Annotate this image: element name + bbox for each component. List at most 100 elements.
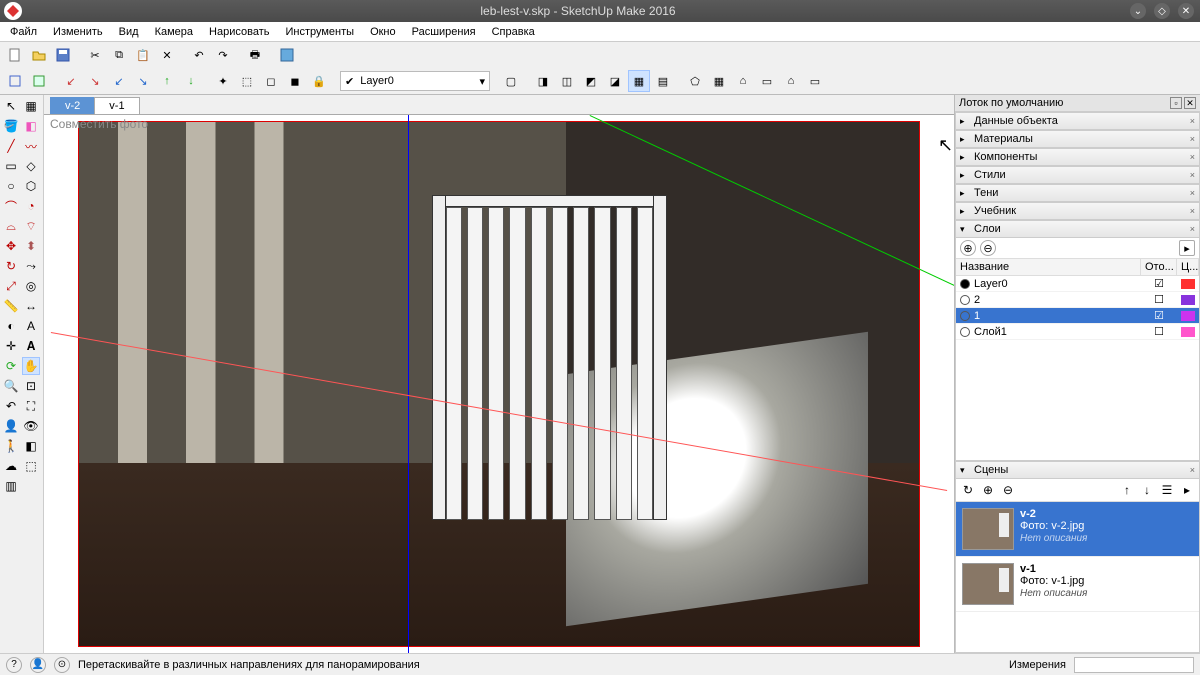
unhide-icon[interactable]: ◼	[284, 70, 306, 92]
layer-visible-checkbox[interactable]: ☑	[1141, 277, 1177, 290]
hide-icon[interactable]: ◻	[260, 70, 282, 92]
axes-tool-icon[interactable]: ✛	[2, 337, 20, 355]
layer-row[interactable]: 1 ☑	[956, 308, 1199, 324]
layer-row[interactable]: Layer0 ☑	[956, 276, 1199, 292]
scale-tool-icon[interactable]: ⤢	[2, 277, 20, 295]
flip-down-icon[interactable]: ↓	[180, 70, 202, 92]
open-file-icon[interactable]	[28, 44, 50, 66]
layer-current-radio[interactable]	[960, 279, 970, 289]
layer-current-radio[interactable]	[960, 311, 970, 321]
style-shaded-icon[interactable]: ▢	[500, 70, 522, 92]
menu-file[interactable]: Файл	[4, 24, 43, 40]
scene-item[interactable]: v-2 Фото: v-2.jpg Нет описания	[956, 502, 1199, 557]
layer-color-swatch[interactable]	[1181, 295, 1195, 305]
camera-right-icon[interactable]: ▭	[756, 70, 778, 92]
camera-left-icon[interactable]: ▭	[804, 70, 826, 92]
look-around-icon[interactable]: 👁	[22, 417, 40, 435]
eraser-tool-icon[interactable]: ◧	[22, 117, 40, 135]
scene-view-button[interactable]: ☰	[1159, 482, 1175, 498]
explode-icon[interactable]: ✦	[212, 70, 234, 92]
save-icon[interactable]	[52, 44, 74, 66]
make-group-icon[interactable]	[28, 70, 50, 92]
3dtext-tool-icon[interactable]: 𝐀	[22, 337, 40, 355]
layer-current-radio[interactable]	[960, 295, 970, 305]
layer-visible-checkbox[interactable]: ☐	[1141, 325, 1177, 338]
arc-tool-icon[interactable]: ⌒	[2, 197, 20, 215]
2pt-arc-tool-icon[interactable]: ⌓	[2, 217, 20, 235]
lock-icon[interactable]: 🔒	[308, 70, 330, 92]
menu-help[interactable]: Справка	[486, 24, 541, 40]
panel-shadows[interactable]: ▸Тени×	[955, 184, 1200, 202]
camera-iso-icon[interactable]: ⬠	[684, 70, 706, 92]
credits-icon[interactable]: ⊙	[54, 657, 70, 673]
camera-back-icon[interactable]: ⌂	[780, 70, 802, 92]
menu-camera[interactable]: Камера	[149, 24, 199, 40]
layer-menu-button[interactable]: ▸	[1179, 240, 1195, 256]
view-mono-icon[interactable]: ▤	[652, 70, 674, 92]
layer-row[interactable]: Слой1 ☐	[956, 324, 1199, 340]
undo-icon[interactable]: ↶	[188, 44, 210, 66]
flip-back-icon[interactable]: ↘	[132, 70, 154, 92]
intersect-icon[interactable]: ⬚	[236, 70, 258, 92]
flip-right-icon[interactable]: ↘	[84, 70, 106, 92]
flip-left-icon[interactable]: ↙	[60, 70, 82, 92]
rotated-rect-tool-icon[interactable]: ◇	[22, 157, 40, 175]
followme-tool-icon[interactable]: ⤳	[22, 257, 40, 275]
text-tool-icon[interactable]: A	[22, 317, 40, 335]
new-file-icon[interactable]	[4, 44, 26, 66]
move-tool-icon[interactable]: ✥	[2, 237, 20, 255]
menu-view[interactable]: Вид	[113, 24, 145, 40]
layout-icon[interactable]: ▥	[2, 477, 20, 495]
layer-row[interactable]: 2 ☐	[956, 292, 1199, 308]
viewport[interactable]: Совместить фото ↖	[44, 115, 954, 653]
redo-icon[interactable]: ↷	[212, 44, 234, 66]
warehouse-icon[interactable]: ☁	[2, 457, 20, 475]
zoom-extents-icon[interactable]: ⛶	[22, 397, 40, 415]
scene-down-button[interactable]: ↓	[1139, 482, 1155, 498]
layer-visible-checkbox[interactable]: ☐	[1141, 293, 1177, 306]
menu-extensions[interactable]: Расширения	[406, 24, 482, 40]
geolocation-icon[interactable]: 👤	[30, 657, 46, 673]
tape-tool-icon[interactable]: 📏	[2, 297, 20, 315]
measurement-input[interactable]	[1074, 657, 1194, 673]
layer-color-swatch[interactable]	[1181, 311, 1195, 321]
component-tool-icon[interactable]: ▦	[22, 97, 40, 115]
add-layer-button[interactable]: ⊕	[960, 240, 976, 256]
select-tool-icon[interactable]: ↖	[2, 97, 20, 115]
camera-front-icon[interactable]: ⌂	[732, 70, 754, 92]
minimize-button[interactable]: ⌄	[1130, 3, 1146, 19]
layer-color-swatch[interactable]	[1181, 327, 1195, 337]
scene-tab-v2[interactable]: v-2	[50, 97, 95, 114]
panel-styles[interactable]: ▸Стили×	[955, 166, 1200, 184]
extension-icon[interactable]: ⬚	[22, 457, 40, 475]
panel-components[interactable]: ▸Компоненты×	[955, 148, 1200, 166]
flip-front-icon[interactable]: ↙	[108, 70, 130, 92]
model-info-icon[interactable]	[276, 44, 298, 66]
panel-instructor[interactable]: ▸Учебник×	[955, 202, 1200, 220]
menu-edit[interactable]: Изменить	[47, 24, 109, 40]
view-hidden-icon[interactable]: ◩	[580, 70, 602, 92]
make-component-icon[interactable]	[4, 70, 26, 92]
offset-tool-icon[interactable]: ◎	[22, 277, 40, 295]
view-shaded-icon[interactable]: ◪	[604, 70, 626, 92]
help-icon[interactable]: ?	[6, 657, 22, 673]
circle-tool-icon[interactable]: ○	[2, 177, 20, 195]
tray-pin-icon[interactable]: ▫	[1170, 97, 1182, 109]
rotate-tool-icon[interactable]: ↻	[2, 257, 20, 275]
orbit-tool-icon[interactable]: ⟳	[2, 357, 20, 375]
zoom-tool-icon[interactable]: 🔍	[2, 377, 20, 395]
print-icon[interactable]: 🖶	[244, 44, 266, 66]
camera-top-icon[interactable]: ▦	[708, 70, 730, 92]
panel-entity-info[interactable]: ▸Данные объекта×	[955, 112, 1200, 130]
paste-icon[interactable]: 📋	[132, 44, 154, 66]
paint-tool-icon[interactable]: 🪣	[2, 117, 20, 135]
pushpull-tool-icon[interactable]: ⬍	[22, 237, 40, 255]
scene-add-button[interactable]: ⊕	[980, 482, 996, 498]
view-iso-icon[interactable]: ◨	[532, 70, 554, 92]
close-button[interactable]: ✕	[1178, 3, 1194, 19]
tray-header[interactable]: Лоток по умолчанию ▫✕	[955, 95, 1200, 112]
scene-update-button[interactable]: ↻	[960, 482, 976, 498]
panel-layers[interactable]: ▾Слои×	[955, 220, 1200, 238]
scene-up-button[interactable]: ↑	[1119, 482, 1135, 498]
layer-dropdown[interactable]: ✔Layer0 ▾	[340, 71, 490, 91]
